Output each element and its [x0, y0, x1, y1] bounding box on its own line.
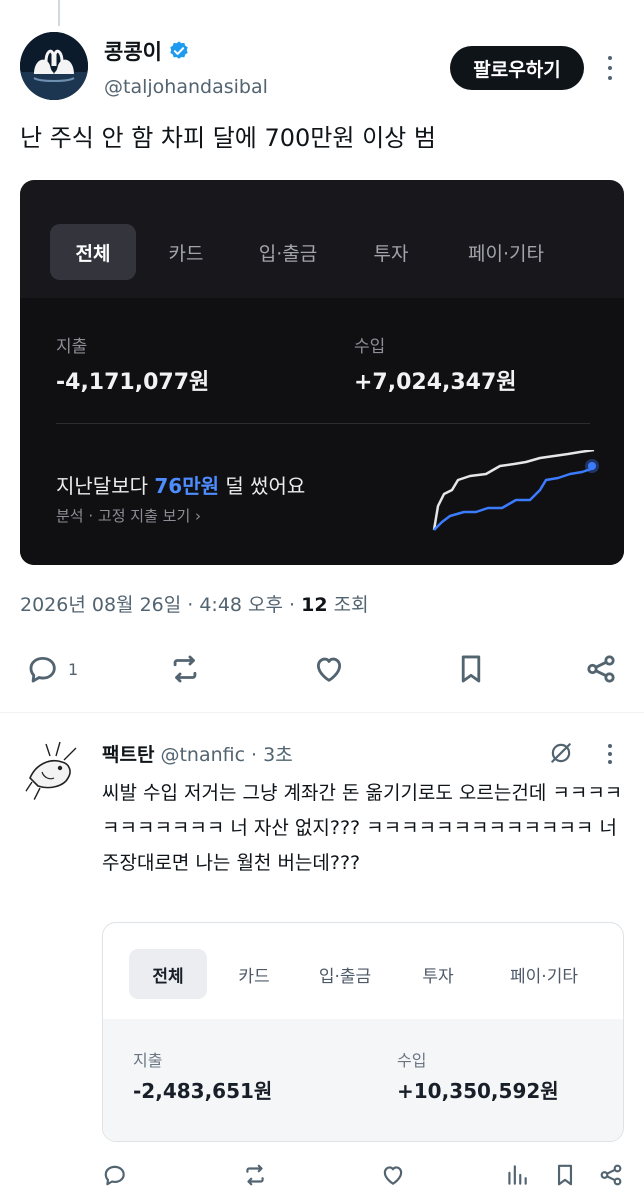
reply-author-avatar[interactable]	[20, 738, 88, 806]
bookmark-icon	[557, 1164, 573, 1186]
tab-deposit-withdraw: 입·출금	[318, 966, 372, 987]
income-value: +7,024,347원	[354, 370, 517, 395]
comparison-summary: 지난달보다 76만원 덜 썼어요	[56, 474, 306, 498]
income-value: +10,350,592원	[397, 1079, 559, 1103]
reply-retweet-button[interactable]	[242, 1162, 268, 1188]
retweet-icon	[246, 1164, 264, 1186]
post-text: 난 주식 안 함 차피 달에 700만원 이상 범	[20, 124, 436, 152]
more-icon[interactable]	[600, 56, 620, 80]
reply-author-row[interactable]: 팩트탄 @tnanfic · 3초	[102, 740, 293, 767]
thread-connector	[58, 0, 60, 26]
reply-icon	[104, 1165, 125, 1186]
author-avatar[interactable]	[20, 32, 88, 100]
reply-bookmark-button[interactable]	[552, 1162, 578, 1188]
like-icon	[316, 657, 342, 682]
follow-button[interactable]: 팔로우하기	[450, 46, 584, 90]
tab-all: 전체	[50, 224, 136, 280]
tab-card: 카드	[168, 242, 204, 265]
reply-author-handle[interactable]: @tnanfic	[160, 744, 245, 766]
expense-value: -2,483,651원	[133, 1079, 273, 1103]
share-icon	[587, 655, 615, 683]
expense-label: 지출	[133, 1051, 163, 1070]
bookmark-button[interactable]	[452, 652, 490, 686]
like-icon	[383, 1166, 403, 1185]
author-name-row[interactable]: 콩콩이	[104, 36, 190, 66]
post-image-finance-card[interactable]: 전체 카드 입·출금 투자 페이·기타 지출 -4,171,077원 수입 +7…	[20, 180, 624, 565]
tab-invest: 투자	[422, 966, 454, 987]
post-timestamp[interactable]: 2026년 08월 26일 · 4:48 오후 ·	[20, 594, 295, 616]
reply-views-button[interactable]	[504, 1162, 530, 1188]
tab-all: 전체	[129, 949, 207, 999]
reply-reply-button[interactable]	[102, 1162, 128, 1188]
reply-image-finance-card[interactable]: 전체 카드 입·출금 투자 페이·기타 지출 -2,483,651원 수입 +1…	[102, 922, 624, 1142]
analysis-link: 분석 · 고정 지출 보기 ›	[56, 507, 202, 525]
share-icon	[600, 1164, 622, 1186]
verified-badge-icon	[170, 41, 188, 59]
bookmark-icon	[461, 655, 481, 683]
post-actions: 1	[0, 644, 644, 694]
divider	[0, 712, 644, 713]
finance-tabs: 전체 카드 입·출금 투자 페이·기타	[20, 180, 624, 298]
post-meta: 2026년 08월 26일 · 4:48 오후 · 12 조회	[20, 590, 369, 617]
views-icon	[508, 1165, 527, 1185]
spending-trend-chart	[432, 450, 599, 531]
views-count: 12	[301, 594, 328, 616]
reply-like-button[interactable]	[380, 1162, 406, 1188]
views-label: 조회	[333, 594, 369, 616]
share-button[interactable]	[582, 652, 620, 686]
tab-deposit-withdraw: 입·출금	[258, 242, 318, 265]
retweet-button[interactable]	[166, 652, 204, 686]
income-label: 수입	[397, 1051, 427, 1070]
reply-icon	[29, 656, 56, 683]
author-handle[interactable]: @taljohandasibal	[104, 76, 268, 98]
reply-share-button[interactable]	[598, 1162, 624, 1188]
reply-count: 1	[68, 659, 79, 679]
like-button[interactable]	[310, 652, 348, 686]
reply-author-name[interactable]: 팩트탄	[102, 740, 154, 767]
reply-button[interactable]: 1	[24, 652, 78, 686]
tab-pay-etc: 페이·기타	[468, 242, 544, 265]
tab-pay-etc: 페이·기타	[510, 966, 578, 987]
grok-icon[interactable]	[548, 740, 574, 766]
reply-text: 씨발 수입 저거는 그냥 계좌간 돈 옮기기로도 오르는건데 ㅋㅋㅋㅋㅋㅋㅋㅋㅋ…	[102, 782, 623, 874]
divider	[56, 423, 590, 424]
tab-invest: 투자	[373, 242, 409, 265]
savings-amount: 76만원	[154, 474, 219, 498]
reply-actions	[0, 1160, 644, 1196]
expense-value: -4,171,077원	[56, 370, 210, 395]
income-label: 수입	[354, 337, 386, 357]
tab-card: 카드	[238, 966, 270, 987]
reply-more-icon[interactable]	[602, 744, 618, 764]
retweet-icon	[173, 655, 197, 683]
expense-label: 지출	[56, 337, 88, 357]
author-name[interactable]: 콩콩이	[104, 36, 162, 66]
reply-time[interactable]: · 3초	[251, 740, 293, 767]
